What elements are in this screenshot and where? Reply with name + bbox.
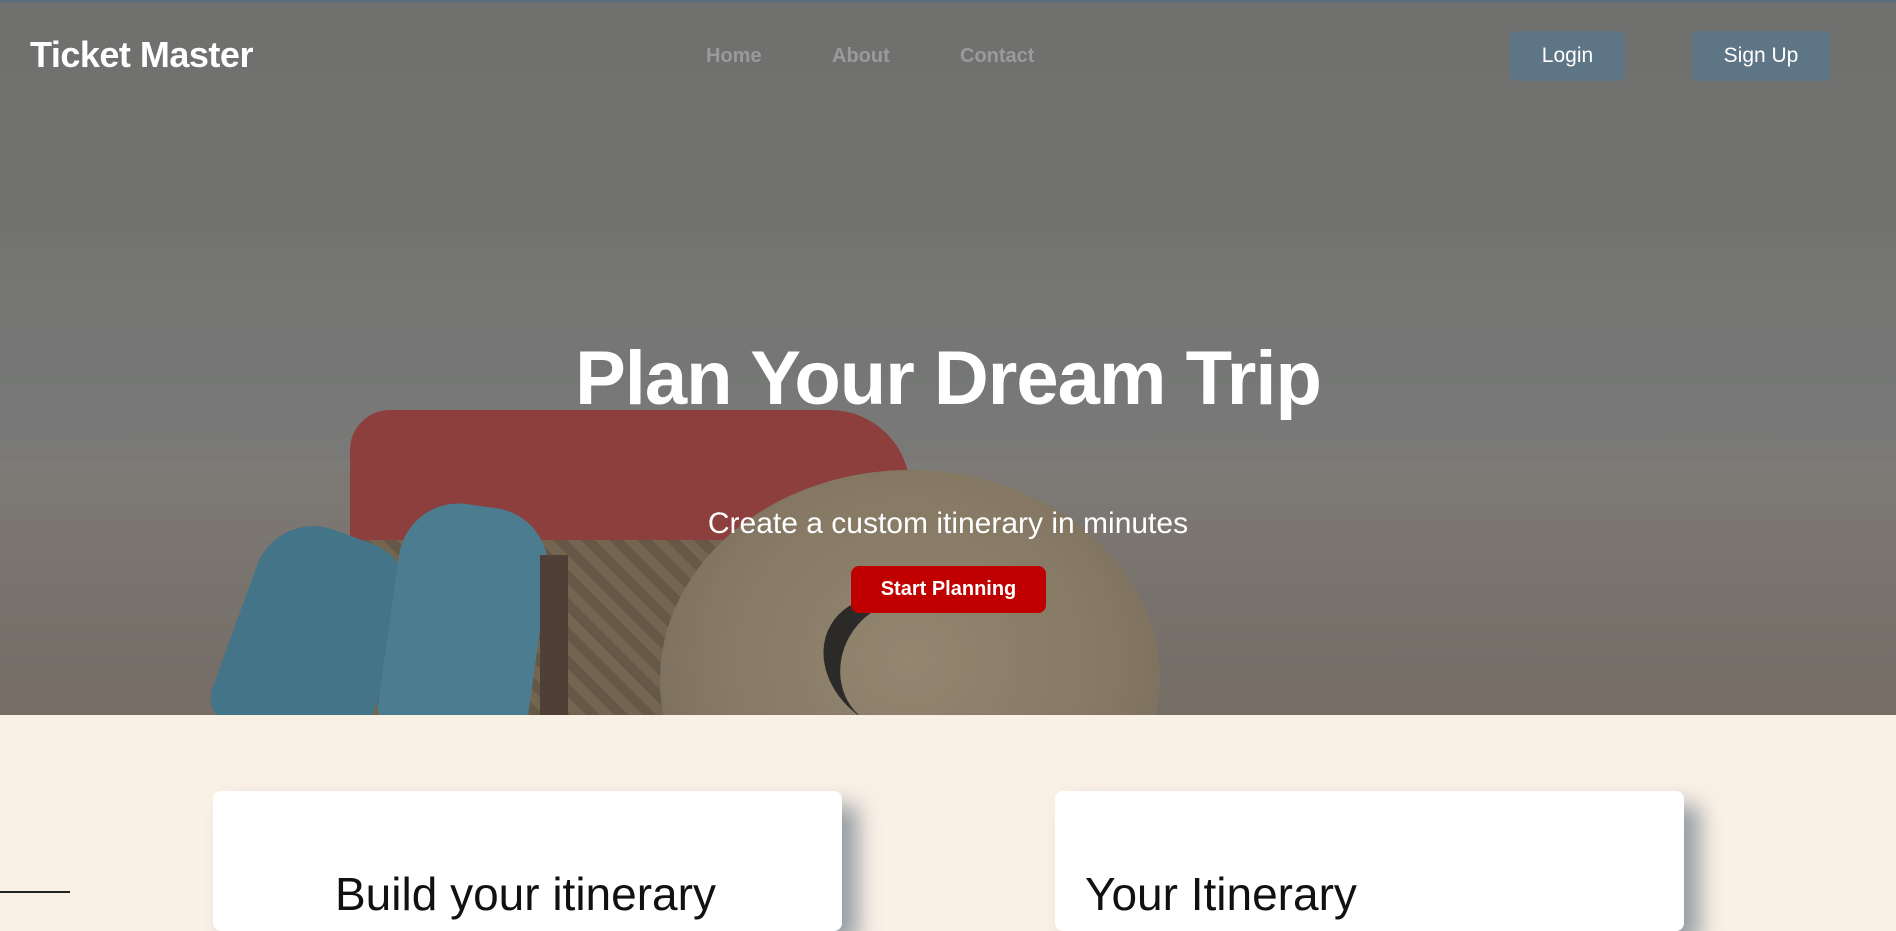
- your-itinerary-card: Your Itinerary: [1055, 791, 1684, 931]
- hero-title: Plan Your Dream Trip: [575, 336, 1322, 421]
- hero-section: Ticket Master Home About Contact Login S…: [0, 0, 1896, 715]
- nav-link-home[interactable]: Home: [706, 45, 762, 68]
- card-title: Build your itinerary: [335, 868, 716, 920]
- card-title: Your Itinerary: [1085, 868, 1357, 920]
- nav-link-about[interactable]: About: [832, 45, 890, 68]
- nav-link-contact[interactable]: Contact: [960, 45, 1034, 68]
- signup-button[interactable]: Sign Up: [1692, 31, 1830, 81]
- login-button[interactable]: Login: [1510, 31, 1625, 81]
- hero-subtitle: Create a custom itinerary in minutes: [707, 507, 1189, 540]
- start-planning-button[interactable]: Start Planning: [851, 566, 1046, 613]
- build-itinerary-card: Build your itinerary: [213, 791, 842, 931]
- navbar: Ticket Master Home About Contact Login S…: [0, 0, 1896, 112]
- brand-logo[interactable]: Ticket Master: [30, 34, 253, 76]
